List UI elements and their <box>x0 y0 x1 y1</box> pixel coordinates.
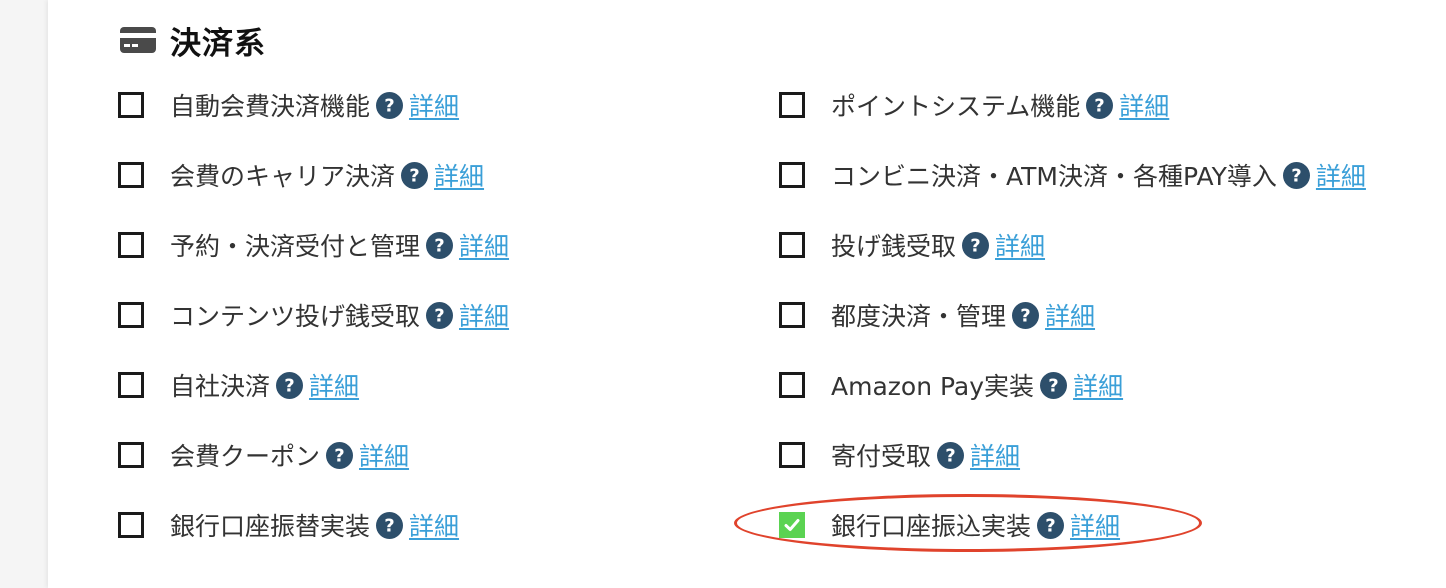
option-row: 銀行口座振込実装? 詳細 <box>779 490 1366 560</box>
detail-link[interactable]: 詳細 <box>359 437 409 473</box>
option-row: 都度決済・管理? 詳細 <box>779 280 1366 350</box>
option-label: 寄付受取 <box>831 442 932 471</box>
svg-text:?: ? <box>284 375 294 396</box>
option-row: ポイントシステム機能? 詳細 <box>779 70 1366 140</box>
help-question-icon[interactable]: ? <box>1037 511 1065 539</box>
help-question-icon[interactable]: ? <box>276 371 304 399</box>
option-label: 自動会費決済機能 <box>170 92 371 121</box>
detail-link[interactable]: 詳細 <box>459 297 509 333</box>
option-label: 自社決済 <box>170 372 271 401</box>
option-label: Amazon Pay実装 <box>831 372 1035 401</box>
option-row: コンビニ決済・ATM決済・各種PAY導入? 詳細 <box>779 140 1366 210</box>
checkbox[interactable] <box>118 232 144 258</box>
checkbox[interactable] <box>779 162 805 188</box>
checkbox[interactable] <box>779 302 805 328</box>
option-row: 銀行口座振替実装? 詳細 <box>118 490 509 560</box>
credit-card-icon <box>120 27 156 53</box>
right-option-column: ポイントシステム機能? 詳細 コンビニ決済・ATM決済・各種PAY導入? 詳細 投げ銭受… <box>779 70 1366 560</box>
svg-text:?: ? <box>1095 95 1105 116</box>
help-question-icon[interactable]: ? <box>401 161 429 189</box>
option-row: 投げ銭受取? 詳細 <box>779 210 1366 280</box>
checkmark-icon <box>784 519 800 531</box>
help-question-icon[interactable]: ? <box>426 301 454 329</box>
detail-link[interactable]: 詳細 <box>1045 297 1095 333</box>
detail-link[interactable]: 詳細 <box>309 367 359 403</box>
detail-link[interactable]: 詳細 <box>409 507 459 543</box>
option-label: 会費クーポン <box>170 442 321 471</box>
detail-link[interactable]: 詳細 <box>1316 157 1366 193</box>
option-label: 投げ銭受取 <box>831 232 957 261</box>
svg-text:?: ? <box>384 515 394 536</box>
checkbox-checked[interactable] <box>779 512 805 538</box>
detail-link[interactable]: 詳細 <box>1073 367 1123 403</box>
section-header: 決済系 <box>120 18 266 62</box>
svg-text:?: ? <box>384 95 394 116</box>
option-label: 会費のキャリア決済 <box>170 162 396 191</box>
svg-text:?: ? <box>334 445 344 466</box>
checkbox[interactable] <box>779 442 805 468</box>
option-label: 予約・決済受付と管理 <box>170 232 421 261</box>
option-row: Amazon Pay実装? 詳細 <box>779 350 1366 420</box>
checkbox[interactable] <box>118 162 144 188</box>
option-row: 会費クーポン? 詳細 <box>118 420 509 490</box>
help-question-icon[interactable]: ? <box>1282 161 1310 189</box>
detail-link[interactable]: 詳細 <box>1119 87 1169 123</box>
help-question-icon[interactable]: ? <box>962 231 990 259</box>
svg-text:?: ? <box>945 445 955 466</box>
help-question-icon[interactable]: ? <box>376 91 404 119</box>
option-row: 予約・決済受付と管理? 詳細 <box>118 210 509 280</box>
detail-link[interactable]: 詳細 <box>970 437 1020 473</box>
svg-text:?: ? <box>434 305 444 326</box>
help-question-icon[interactable]: ? <box>1012 301 1040 329</box>
help-question-icon[interactable]: ? <box>937 441 965 469</box>
option-label: ポイントシステム機能 <box>831 92 1081 121</box>
checkbox[interactable] <box>118 512 144 538</box>
detail-link[interactable]: 詳細 <box>995 227 1045 263</box>
svg-text:?: ? <box>970 235 980 256</box>
option-label: 都度決済・管理 <box>831 302 1007 331</box>
checkbox[interactable] <box>118 92 144 118</box>
help-question-icon[interactable]: ? <box>326 441 354 469</box>
checkbox[interactable] <box>118 372 144 398</box>
checkbox[interactable] <box>779 92 805 118</box>
option-label: コンテンツ投げ銭受取 <box>170 302 421 331</box>
option-row: 自社決済? 詳細 <box>118 350 509 420</box>
checkbox[interactable] <box>118 302 144 328</box>
checkbox[interactable] <box>118 442 144 468</box>
help-question-icon[interactable]: ? <box>1040 371 1068 399</box>
detail-link[interactable]: 詳細 <box>1070 507 1120 543</box>
detail-link[interactable]: 詳細 <box>459 227 509 263</box>
help-question-icon[interactable]: ? <box>376 511 404 539</box>
section-title: 決済系 <box>170 25 266 62</box>
checkbox[interactable] <box>779 232 805 258</box>
detail-link[interactable]: 詳細 <box>409 87 459 123</box>
option-label: 銀行口座振込実装 <box>831 512 1032 541</box>
option-label: コンビニ決済・ATM決済・各種PAY導入 <box>831 162 1277 191</box>
svg-text:?: ? <box>409 165 419 186</box>
svg-text:?: ? <box>1020 305 1030 326</box>
svg-text:?: ? <box>1045 515 1055 536</box>
option-row: 会費のキャリア決済? 詳細 <box>118 140 509 210</box>
option-row: コンテンツ投げ銭受取? 詳細 <box>118 280 509 350</box>
svg-text:?: ? <box>434 235 444 256</box>
option-label: 銀行口座振替実装 <box>170 512 371 541</box>
detail-link[interactable]: 詳細 <box>434 157 484 193</box>
svg-text:?: ? <box>1048 375 1058 396</box>
help-question-icon[interactable]: ? <box>426 231 454 259</box>
option-row: 自動会費決済機能? 詳細 <box>118 70 509 140</box>
option-row: 寄付受取? 詳細 <box>779 420 1366 490</box>
left-option-column: 自動会費決済機能? 詳細 会費のキャリア決済? 詳細 予約・決済受付と管理? 詳細 コンテン… <box>118 70 509 560</box>
checkbox[interactable] <box>779 372 805 398</box>
help-question-icon[interactable]: ? <box>1086 91 1114 119</box>
svg-text:?: ? <box>1291 165 1301 186</box>
